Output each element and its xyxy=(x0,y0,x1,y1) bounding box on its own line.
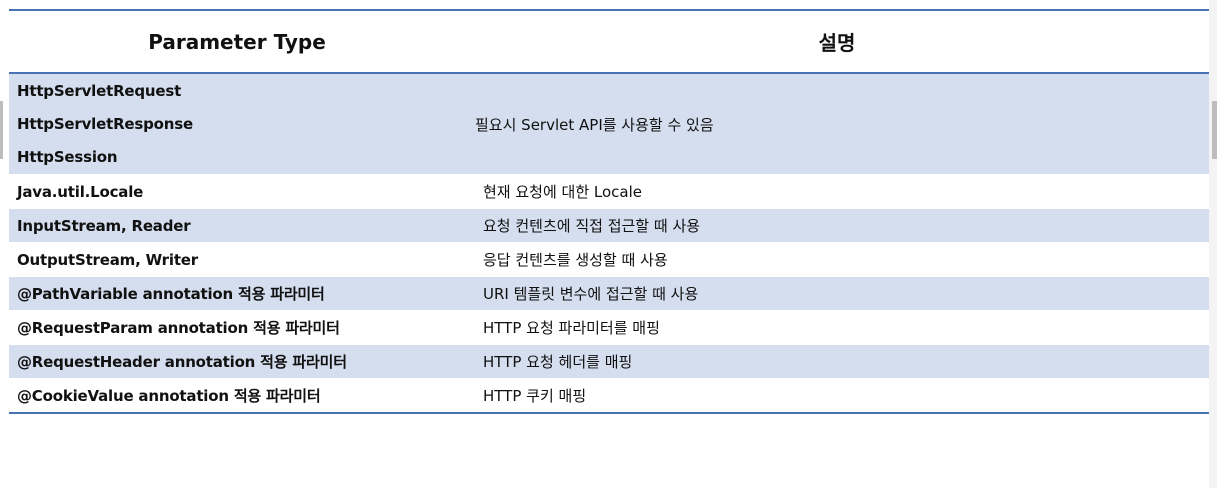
table-row: @RequestHeader annotation 적용 파라미터 HTTP 요… xyxy=(9,344,1209,379)
description-text: HTTP 요청 파라미터를 매핑 xyxy=(483,319,660,337)
param-type-text: @PathVariable annotation 적용 파라미터 xyxy=(17,285,325,303)
param-type-cell: HttpServletRequest HttpServletResponse H… xyxy=(9,73,465,175)
param-type-cell: @RequestParam annotation 적용 파라미터 xyxy=(9,310,465,345)
param-type-text: @CookieValue annotation 적용 파라미터 xyxy=(17,387,321,405)
param-type-text: Java.util.Locale xyxy=(17,182,144,201)
description-cell: 현재 요청에 대한 Locale xyxy=(465,174,1209,209)
param-type-cell: @CookieValue annotation 적용 파라미터 xyxy=(9,378,465,414)
param-type-cell: OutputStream, Writer xyxy=(9,242,465,277)
table-header-row: Parameter Type 설명 xyxy=(9,10,1209,73)
param-type-cell: Java.util.Locale xyxy=(9,174,465,209)
description-text: HTTP 쿠키 매핑 xyxy=(483,387,587,405)
description-text: 응답 컨텐츠를 생성할 때 사용 xyxy=(483,251,668,269)
param-type-text: HttpServletRequest xyxy=(17,81,182,100)
description-cell: 응답 컨텐츠를 생성할 때 사용 xyxy=(465,242,1209,277)
description-cell: 필요시 Servlet API를 사용할 수 있음 xyxy=(465,73,1209,175)
table-row: @PathVariable annotation 적용 파라미터 URI 템플릿… xyxy=(9,276,1209,311)
param-type-text: InputStream, Reader xyxy=(17,216,191,235)
param-type-cell: @RequestHeader annotation 적용 파라미터 xyxy=(9,344,465,379)
param-type-text: @RequestHeader annotation 적용 파라미터 xyxy=(17,353,347,371)
page: Parameter Type 설명 HttpServletRequest Htt… xyxy=(0,0,1217,488)
table-row: InputStream, Reader 요청 컨텐츠에 직접 접근할 때 사용 xyxy=(9,208,1209,243)
param-type-text: OutputStream, Writer xyxy=(17,250,198,269)
param-type-text: @RequestParam annotation 적용 파라미터 xyxy=(17,319,340,337)
description-text: 현재 요청에 대한 Locale xyxy=(483,183,643,201)
description-cell: HTTP 요청 파라미터를 매핑 xyxy=(465,310,1209,345)
param-type-text: HttpSession xyxy=(17,147,118,166)
description-cell: HTTP 쿠키 매핑 xyxy=(465,378,1209,414)
param-type-text: HttpServletResponse xyxy=(17,114,193,133)
description-cell: HTTP 요청 헤더를 매핑 xyxy=(465,344,1209,379)
vertical-scrollbar[interactable] xyxy=(1209,0,1217,488)
scrollbar-thumb[interactable] xyxy=(1212,101,1217,159)
description-text: 요청 컨텐츠에 직접 접근할 때 사용 xyxy=(483,217,701,235)
description-text: HTTP 요청 헤더를 매핑 xyxy=(483,353,633,371)
table-row: Java.util.Locale 현재 요청에 대한 Locale xyxy=(9,174,1209,209)
description-text: URI 템플릿 변수에 접근할 때 사용 xyxy=(483,285,699,303)
table-row: OutputStream, Writer 응답 컨텐츠를 생성할 때 사용 xyxy=(9,242,1209,277)
param-type-cell: @PathVariable annotation 적용 파라미터 xyxy=(9,276,465,311)
left-edge-marker xyxy=(0,101,3,159)
description-cell: URI 템플릿 변수에 접근할 때 사용 xyxy=(465,276,1209,311)
table-row: @CookieValue annotation 적용 파라미터 HTTP 쿠키 … xyxy=(9,378,1209,414)
description-text: 필요시 Servlet API를 사용할 수 있음 xyxy=(475,115,714,134)
header-description: 설명 xyxy=(818,31,856,55)
header-parameter-type: Parameter Type xyxy=(148,29,326,54)
param-type-cell: InputStream, Reader xyxy=(9,208,465,243)
description-cell: 요청 컨텐츠에 직접 접근할 때 사용 xyxy=(465,208,1209,243)
table-row: @RequestParam annotation 적용 파라미터 HTTP 요청… xyxy=(9,310,1209,345)
parameter-type-table: Parameter Type 설명 HttpServletRequest Htt… xyxy=(9,9,1209,414)
table-row: HttpServletRequest HttpServletResponse H… xyxy=(9,73,1209,175)
